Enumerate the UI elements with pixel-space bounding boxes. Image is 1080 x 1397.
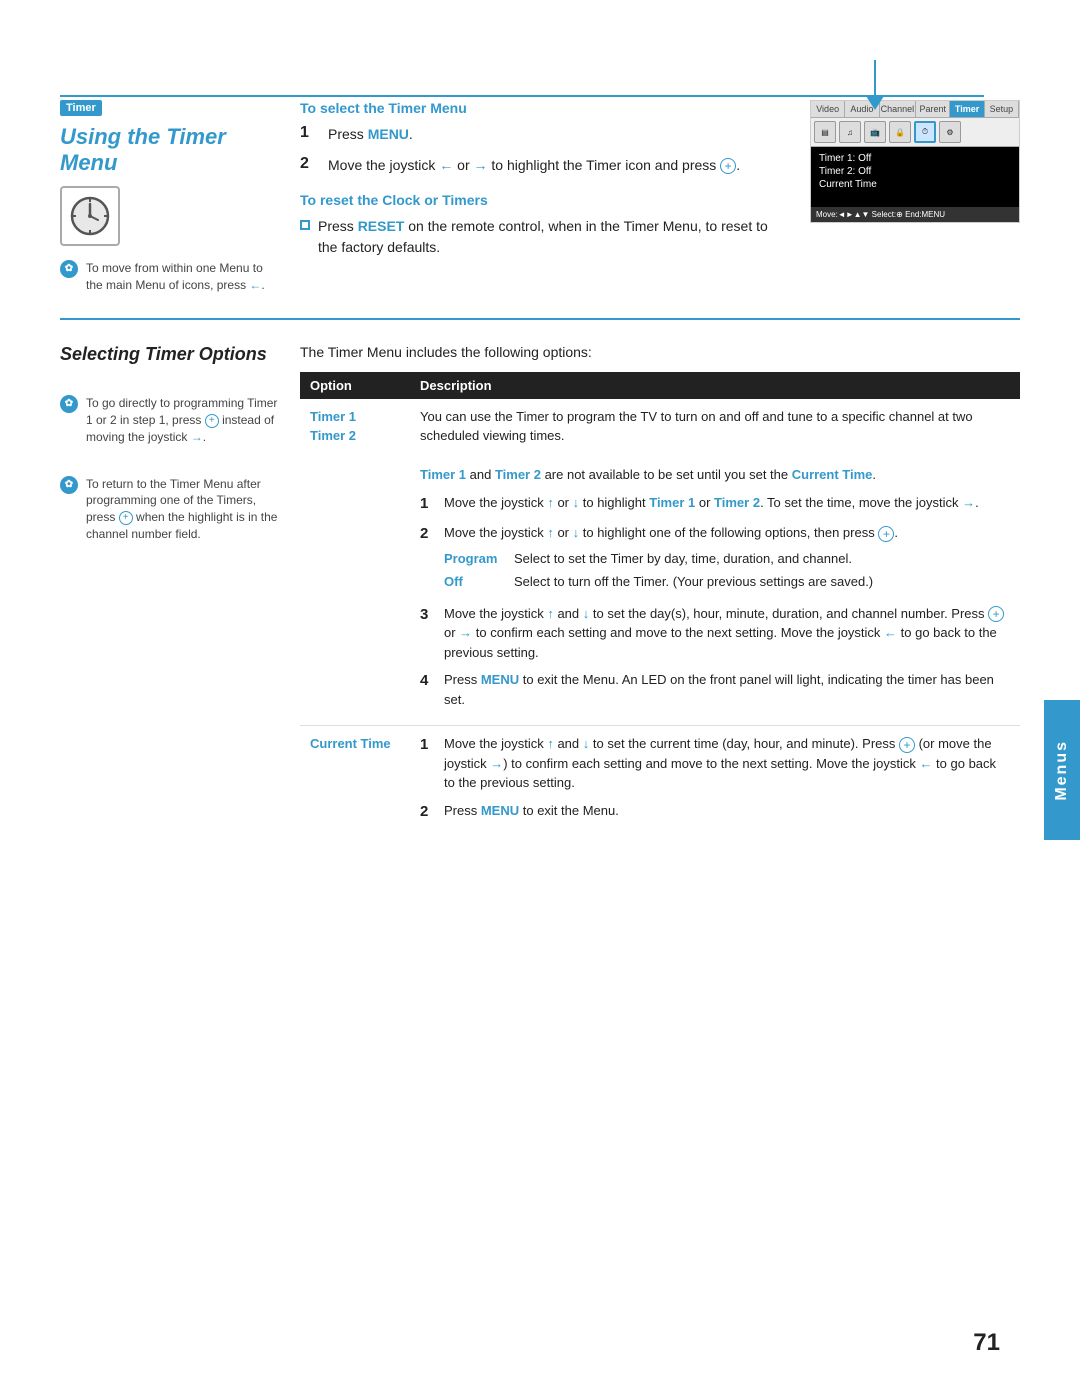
page-number: 71	[973, 1329, 1000, 1357]
tip3-text: To return to the Timer Menu after progra…	[86, 476, 280, 543]
description-current-time: 1 Move the joystick ↑ and ↓ to set the c…	[410, 726, 1020, 840]
tip1-row: ✿ To move from within one Menu to the ma…	[60, 260, 280, 294]
timer12-note: Timer 1 and Timer 2 are not available to…	[420, 467, 876, 482]
sub-option-program: Program Select to set the Timer by day, …	[444, 549, 898, 569]
timer1-label: Timer 1	[310, 409, 356, 424]
timer12-step3: 3 Move the joystick ↑ and ↓ to set the d…	[420, 604, 1010, 663]
step3-desc: Move the joystick ↑ and ↓ to set the day…	[444, 604, 1010, 663]
timer-badge-label: Timer	[66, 102, 96, 114]
top-divider-line	[60, 95, 984, 97]
tab-channel: Channel	[880, 101, 917, 117]
tv-icons-row: ▤ ♫ 📺 🔒 ⏱ ⚙	[811, 118, 1019, 147]
step1-text: Press MENU.	[328, 124, 413, 145]
timer-left-col: Timer Using the Timer Menu ✿ To m	[60, 100, 280, 294]
current-time-step2: 2 Press MENU to exit the Menu.	[420, 801, 1010, 824]
step-num-4: 4	[420, 670, 436, 693]
reset-title: To reset the Clock or Timers	[300, 192, 790, 208]
step-num-1: 1	[420, 493, 436, 516]
timer12-step1: 1 Move the joystick ↑ or ↓ to highlight …	[420, 493, 1010, 516]
tv-icon-3: 📺	[864, 121, 886, 143]
ct-step1-desc: Move the joystick ↑ and ↓ to set the cur…	[444, 734, 1010, 793]
tv-footer: Move:◄►▲▼ Select:⊕ End:MENU	[811, 207, 1019, 222]
tv-line-1: Timer 1: Off	[819, 153, 1011, 164]
program-label: Program	[444, 549, 504, 569]
right-tab-label: Menus	[1053, 740, 1071, 801]
selecting-title: Selecting Timer Options	[60, 344, 280, 366]
ct-step-num-1: 1	[420, 734, 436, 757]
tip2-icon: ✿	[60, 395, 78, 413]
col-header-description: Description	[410, 372, 1020, 399]
tip2-row: ✿ To go directly to programming Timer 1 …	[60, 395, 280, 445]
reset-bullet-row: Press RESET on the remote control, when …	[300, 216, 790, 258]
select-timer-title: To select the Timer Menu	[300, 100, 790, 116]
step2-row: 2 Move the joystick ← or → to highlight …	[300, 155, 790, 176]
section-selecting: Selecting Timer Options ✿ To go directly…	[60, 344, 1020, 840]
timer-badge: Timer	[60, 100, 102, 116]
tab-setup: Setup	[985, 101, 1019, 117]
step1-desc: Move the joystick ↑ or ↓ to highlight Ti…	[444, 493, 979, 513]
selecting-left-col: Selecting Timer Options ✿ To go directly…	[60, 344, 280, 543]
tv-line-3: Current Time	[819, 179, 1011, 190]
description-timer12: You can use the Timer to program the TV …	[410, 399, 1020, 726]
clock-icon	[68, 194, 112, 238]
timer2-label: Timer 2	[310, 428, 356, 443]
tv-icon-4: 🔒	[889, 121, 911, 143]
option-timer12: Timer 1 Timer 2	[300, 399, 410, 726]
tip3-icon: ✿	[60, 476, 78, 494]
intro-text: The Timer Menu includes the following op…	[300, 344, 1020, 360]
section-title: Using the Timer Menu	[60, 124, 280, 176]
page-container: Timer Using the Timer Menu ✿ To m	[0, 0, 1080, 1397]
step2-desc: Move the joystick ↑ or ↓ to highlight on…	[444, 525, 898, 540]
step2-desc-block: Move the joystick ↑ or ↓ to highlight on…	[444, 523, 898, 596]
tip2-text: To go directly to programming Timer 1 or…	[86, 395, 280, 445]
timer-icon-box	[60, 186, 120, 246]
tv-line-2: Timer 2: Off	[819, 166, 1011, 177]
sub-option-off: Off Select to turn off the Timer. (Your …	[444, 572, 898, 592]
tv-menu-screenshot: Video Audio Channel Parent Timer Setup ▤…	[810, 100, 1020, 223]
off-label: Off	[444, 572, 504, 592]
step4-desc: Press MENU to exit the Menu. An LED on t…	[444, 670, 1010, 709]
tv-icon-1: ▤	[814, 121, 836, 143]
option-current-time: Current Time	[300, 726, 410, 840]
bullet-square	[300, 220, 310, 230]
off-desc: Select to turn off the Timer. (Your prev…	[514, 572, 873, 592]
table-row-timers: Timer 1 Timer 2 You can use the Timer to…	[300, 399, 1020, 726]
tv-icon-6: ⚙	[939, 121, 961, 143]
tab-video: Video	[811, 101, 845, 117]
tab-timer: Timer	[950, 101, 984, 117]
timer12-step2: 2 Move the joystick ↑ or ↓ to highlight …	[420, 523, 1010, 596]
program-desc: Select to set the Timer by day, time, du…	[514, 549, 852, 569]
step-num-2: 2	[420, 523, 436, 546]
col-header-option: Option	[300, 372, 410, 399]
ct-step-num-2: 2	[420, 801, 436, 824]
step1-row: 1 Press MENU.	[300, 124, 790, 145]
section-timer-menu: Timer Using the Timer Menu ✿ To m	[60, 100, 1020, 294]
ct-step2-desc: Press MENU to exit the Menu.	[444, 801, 619, 821]
tip1-icon: ✿	[60, 260, 78, 278]
options-table: Option Description Timer 1 Timer 2 You c…	[300, 372, 1020, 840]
tv-menu-tabs: Video Audio Channel Parent Timer Setup	[811, 101, 1019, 118]
tip1-text: To move from within one Menu to the main…	[86, 260, 280, 294]
current-time-label: Current Time	[310, 736, 391, 751]
tip3-row: ✿ To return to the Timer Menu after prog…	[60, 476, 280, 543]
blue-arrow-indicator	[866, 60, 884, 110]
right-tab: Menus	[1044, 700, 1080, 840]
timer-center-col: To select the Timer Menu 1 Press MENU. 2…	[300, 100, 790, 266]
reset-bullet-text: Press RESET on the remote control, when …	[318, 216, 790, 258]
table-row-current-time: Current Time 1 Move the joystick ↑ and ↓…	[300, 726, 1020, 840]
section-divider	[60, 318, 1020, 320]
step1-num: 1	[300, 124, 318, 142]
step2-num: 2	[300, 155, 318, 173]
step2-text: Move the joystick ← or → to highlight th…	[328, 155, 740, 176]
tv-icon-2: ♫	[839, 121, 861, 143]
selecting-right-col: The Timer Menu includes the following op…	[300, 344, 1020, 840]
tv-footer-text: Move:◄►▲▼ Select:⊕ End:MENU	[816, 210, 945, 219]
tv-content-area: Timer 1: Off Timer 2: Off Current Time	[811, 147, 1019, 207]
tab-parent: Parent	[916, 101, 950, 117]
timer12-intro: You can use the Timer to program the TV …	[420, 409, 973, 444]
step-num-3: 3	[420, 604, 436, 627]
timer12-step4: 4 Press MENU to exit the Menu. An LED on…	[420, 670, 1010, 709]
current-time-step1: 1 Move the joystick ↑ and ↓ to set the c…	[420, 734, 1010, 793]
tv-icon-5: ⏱	[914, 121, 936, 143]
